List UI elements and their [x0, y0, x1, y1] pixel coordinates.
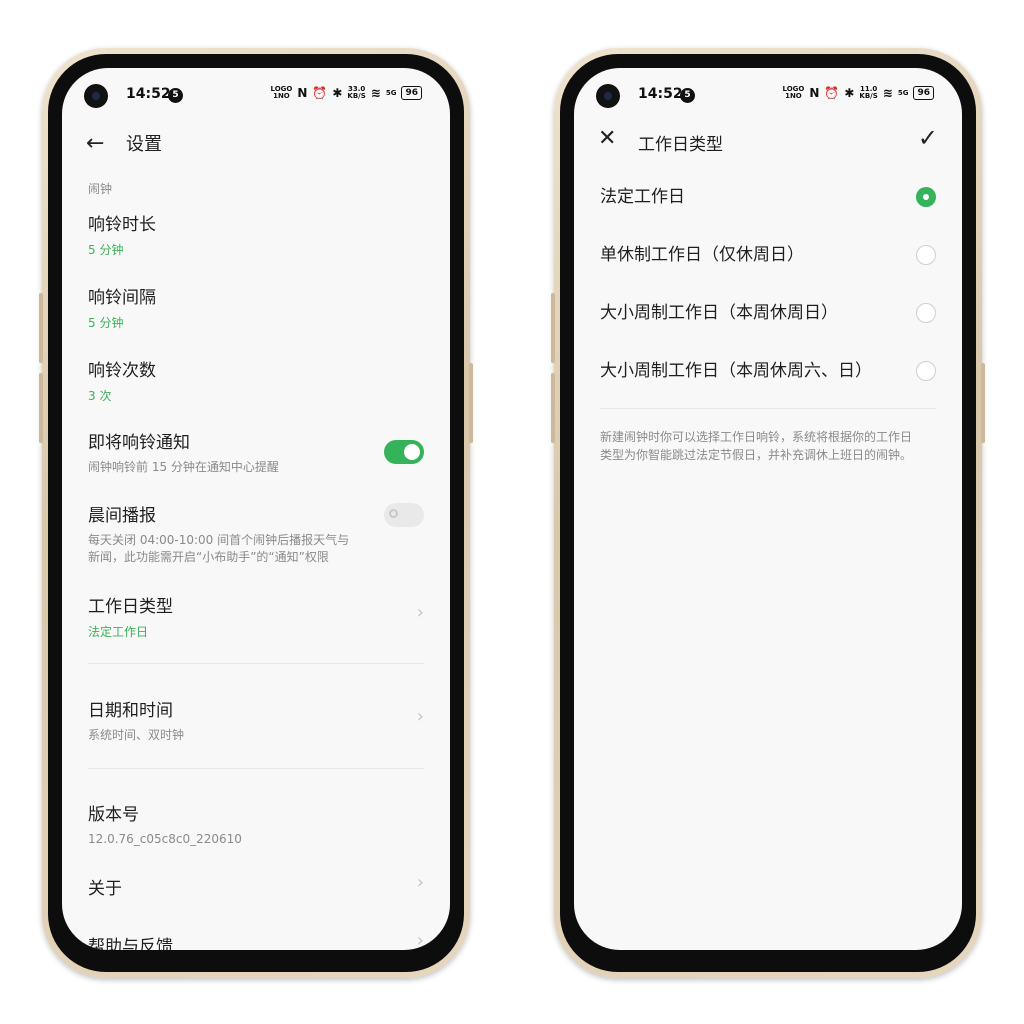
row-value: 法定工作日	[88, 625, 149, 639]
volume-button	[551, 293, 555, 363]
divider	[600, 408, 936, 409]
close-icon[interactable]: ✕	[598, 126, 616, 151]
signal-icon: 5G	[385, 88, 397, 97]
row-value: 5 分钟	[88, 243, 124, 257]
status-icons: LOGO 1NO N ⏰ ✱ 33.0 KB/S ≋ 5G 96	[270, 85, 422, 100]
option-label: 法定工作日	[600, 187, 685, 207]
bezel: 14:52 5 LOGO 1NO N ⏰ ✱ 33.0 KB/S ≋ 5G 96 ←…	[48, 54, 464, 972]
date-time-row[interactable]: 日期和时间 系统时间、双时钟 ›	[88, 696, 424, 744]
radio-selected[interactable]	[916, 187, 936, 207]
battery-icon: 96	[913, 86, 934, 100]
radio-unselected[interactable]	[916, 303, 936, 323]
settings-screen: 14:52 5 LOGO 1NO N ⏰ ✱ 33.0 KB/S ≋ 5G 96 ←…	[62, 68, 450, 950]
upcoming-notify-toggle[interactable]	[384, 440, 424, 464]
ring-interval-row[interactable]: 响铃间隔 5 分钟	[88, 283, 424, 331]
workday-type-screen: 14:52 5 LOGO 1NO N ⏰ ✱ 11.0 KB/S ≋ 5G 96 ✕…	[574, 68, 962, 950]
option-label: 单休制工作日（仅休周日）	[600, 245, 804, 265]
nfc-icon: N	[809, 86, 820, 100]
status-bar: 14:52 5 LOGO 1NO N ⏰ ✱ 33.0 KB/S ≋ 5G 96	[62, 82, 450, 112]
row-title: 即将响铃通知	[88, 433, 190, 453]
row-desc: 每天关闭 04:00-10:00 间首个闹钟后播报天气与 新闻，此功能需开启“小…	[88, 533, 350, 564]
row-title: 版本号	[88, 805, 139, 825]
option-label: 大小周制工作日（本周休周日）	[600, 303, 838, 323]
morning-broadcast-row: 晨间播报 每天关闭 04:00-10:00 间首个闹钟后播报天气与 新闻，此功能…	[88, 501, 424, 566]
row-title: 关于	[88, 879, 122, 899]
net-speed: 11.0 KB/S	[859, 85, 878, 100]
nfc-icon: N	[297, 86, 308, 100]
chevron-right-icon: ›	[416, 706, 424, 727]
phone-left: 14:52 5 LOGO 1NO N ⏰ ✱ 33.0 KB/S ≋ 5G 96 ←…	[39, 48, 473, 978]
lte-icon: LOGO 1NO	[270, 85, 293, 100]
notification-count-icon: 5	[680, 88, 695, 103]
back-arrow-icon[interactable]: ←	[86, 131, 126, 156]
workday-note: 新建闹钟时你可以选择工作日响铃，系统将根据你的工作日 类型为你智能跳过法定节假日…	[600, 430, 913, 462]
bezel: 14:52 5 LOGO 1NO N ⏰ ✱ 11.0 KB/S ≋ 5G 96 ✕…	[560, 54, 976, 972]
confirm-check-icon[interactable]: ✓	[918, 124, 938, 152]
chevron-right-icon: ›	[416, 930, 424, 950]
wifi-icon: ≋	[370, 86, 381, 100]
version-value: 12.0.76_c05c8c0_220610	[88, 832, 242, 846]
volume-button	[551, 373, 555, 443]
alarm-icon: ⏰	[312, 86, 328, 100]
row-title: 响铃次数	[88, 361, 156, 381]
chevron-right-icon: ›	[416, 602, 424, 623]
bluetooth-icon: ✱	[332, 86, 343, 100]
volume-button	[39, 293, 43, 363]
net-speed: 33.0 KB/S	[347, 85, 366, 100]
option-statutory-workday[interactable]: 法定工作日	[600, 182, 936, 212]
settings-header: ← 设置	[86, 128, 162, 158]
lte-icon: LOGO 1NO	[782, 85, 805, 100]
page-title: 设置	[126, 134, 162, 155]
camera-icon	[84, 84, 108, 108]
status-icons: LOGO 1NO N ⏰ ✱ 11.0 KB/S ≋ 5G 96	[782, 85, 934, 100]
row-value: 3 次	[88, 389, 112, 403]
notification-count-icon: 5	[168, 88, 183, 103]
ring-count-row[interactable]: 响铃次数 3 次	[88, 356, 424, 404]
status-time: 14:52	[126, 86, 171, 102]
power-button	[469, 363, 473, 443]
radio-unselected[interactable]	[916, 245, 936, 265]
workday-header: ✕ 工作日类型 ✓	[598, 124, 938, 160]
battery-icon: 96	[401, 86, 422, 100]
help-feedback-row[interactable]: 帮助与反馈 ›	[88, 930, 424, 950]
row-desc: 系统时间、双时钟	[88, 728, 185, 742]
option-alt-week-sunday[interactable]: 大小周制工作日（本周休周日）	[600, 298, 936, 328]
option-alt-week-weekend[interactable]: 大小周制工作日（本周休周六、日）	[600, 356, 936, 386]
row-title: 帮助与反馈	[88, 937, 173, 950]
status-bar: 14:52 5 LOGO 1NO N ⏰ ✱ 11.0 KB/S ≋ 5G 96	[574, 82, 962, 112]
ring-duration-row[interactable]: 响铃时长 5 分钟	[88, 210, 424, 258]
divider	[88, 768, 424, 769]
version-row: 版本号 12.0.76_c05c8c0_220610	[88, 800, 424, 848]
row-title: 响铃间隔	[88, 288, 156, 308]
option-single-rest[interactable]: 单休制工作日（仅休周日）	[600, 240, 936, 270]
row-title: 晨间播报	[88, 506, 156, 526]
chevron-right-icon: ›	[416, 872, 424, 893]
divider	[88, 663, 424, 664]
option-label: 大小周制工作日（本周休周六、日）	[600, 361, 872, 381]
upcoming-notify-row: 即将响铃通知 闹钟响铃前 15 分钟在通知中心提醒	[88, 428, 424, 476]
volume-button	[39, 373, 43, 443]
row-desc: 闹钟响铃前 15 分钟在通知中心提醒	[88, 460, 279, 474]
row-value: 5 分钟	[88, 316, 124, 330]
camera-icon	[596, 84, 620, 108]
workday-type-row[interactable]: 工作日类型 法定工作日 ›	[88, 592, 424, 640]
row-title: 工作日类型	[88, 597, 173, 617]
radio-unselected[interactable]	[916, 361, 936, 381]
section-label-alarm: 闹钟	[88, 182, 113, 196]
bluetooth-icon: ✱	[844, 86, 855, 100]
wifi-icon: ≋	[882, 86, 893, 100]
power-button	[981, 363, 985, 443]
signal-icon: 5G	[897, 88, 909, 97]
phone-right: 14:52 5 LOGO 1NO N ⏰ ✱ 11.0 KB/S ≋ 5G 96 ✕…	[551, 48, 985, 978]
page-title: 工作日类型	[638, 135, 723, 155]
row-title: 日期和时间	[88, 701, 173, 721]
status-time: 14:52	[638, 86, 683, 102]
row-title: 响铃时长	[88, 215, 156, 235]
about-row[interactable]: 关于 ›	[88, 872, 424, 899]
alarm-icon: ⏰	[824, 86, 840, 100]
morning-broadcast-toggle[interactable]	[384, 503, 424, 527]
